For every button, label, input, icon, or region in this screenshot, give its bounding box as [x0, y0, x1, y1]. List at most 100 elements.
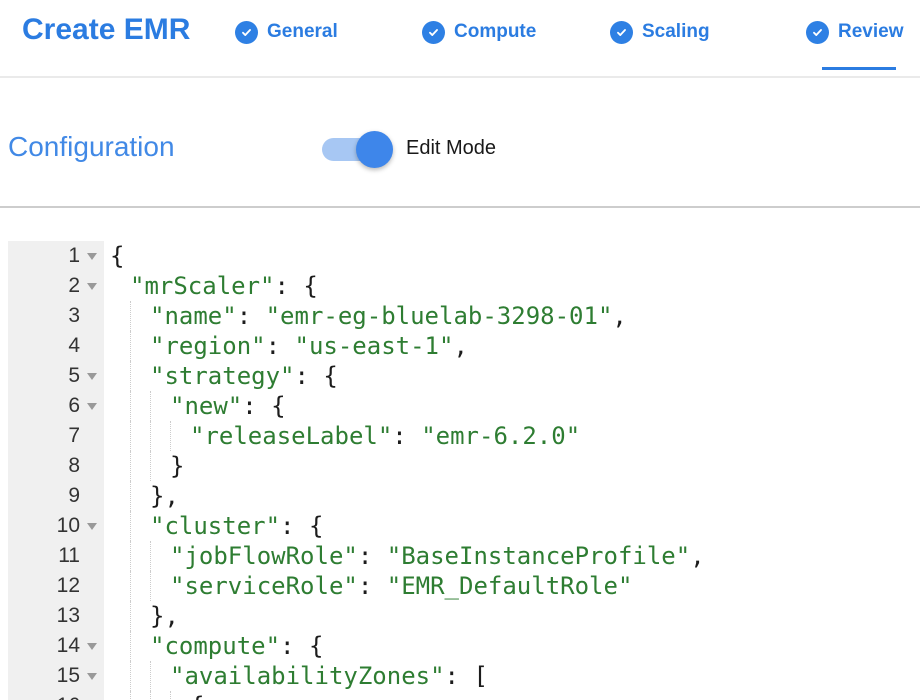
tab-label: General	[267, 21, 338, 43]
code-text[interactable]: "new": {	[104, 391, 920, 421]
json-punctuation: : {	[280, 632, 323, 660]
json-punctuation: ,	[612, 302, 626, 330]
code-text[interactable]: },	[104, 481, 920, 511]
gutter-cell[interactable]: 3	[8, 301, 104, 331]
line-number: 11	[8, 544, 80, 568]
gutter-cell[interactable]: 16	[8, 691, 104, 700]
gutter-cell[interactable]: 11	[8, 541, 104, 571]
code-text[interactable]: "serviceRole": "EMR_DefaultRole"	[104, 571, 920, 601]
check-circle-icon	[610, 21, 633, 44]
line-number: 14	[8, 634, 80, 658]
line-number: 12	[8, 574, 80, 598]
fold-arrow-icon[interactable]	[80, 643, 104, 650]
edit-mode-toggle[interactable]	[322, 138, 390, 161]
indent-guide	[130, 361, 131, 391]
code-line: 5 "strategy": {	[8, 361, 920, 391]
gutter-cell[interactable]: 10	[8, 511, 104, 541]
json-editor[interactable]: 1{2"mrScaler": {3"name": "emr-eg-bluelab…	[8, 241, 920, 700]
code-text[interactable]: {	[104, 691, 920, 700]
fold-arrow-icon[interactable]	[80, 373, 104, 380]
fold-arrow-icon[interactable]	[80, 673, 104, 680]
code-line: 8}	[8, 451, 920, 481]
code-line: 9},	[8, 481, 920, 511]
line-number: 16	[8, 694, 80, 700]
code-text[interactable]: "strategy": {	[104, 361, 920, 391]
code-text[interactable]: "compute": {	[104, 631, 920, 661]
gutter-cell[interactable]: 6	[8, 391, 104, 421]
code-line: 6"new": {	[8, 391, 920, 421]
active-tab-underline	[822, 67, 896, 70]
gutter-cell[interactable]: 15	[8, 661, 104, 691]
json-string-value: "emr-eg-bluelab-3298-01"	[266, 302, 613, 330]
code-text[interactable]: "region": "us-east-1",	[104, 331, 920, 361]
json-punctuation: :	[266, 332, 295, 360]
indent-guide	[130, 391, 131, 421]
gutter-cell[interactable]: 9	[8, 481, 104, 511]
line-number: 7	[8, 424, 80, 448]
json-punctuation: : [	[445, 662, 488, 690]
indent-guide	[150, 451, 151, 481]
code-line: 4"region": "us-east-1",	[8, 331, 920, 361]
gutter-cell[interactable]: 1	[8, 241, 104, 271]
json-key: "serviceRole"	[170, 572, 358, 600]
code-text[interactable]: },	[104, 601, 920, 631]
tab-compute[interactable]: Compute	[422, 19, 536, 45]
json-punctuation: :	[392, 422, 421, 450]
line-number: 2	[8, 274, 80, 298]
gutter-cell[interactable]: 7	[8, 421, 104, 451]
json-string-value: "EMR_DefaultRole"	[387, 572, 633, 600]
code-text[interactable]: "name": "emr-eg-bluelab-3298-01",	[104, 301, 920, 331]
tab-general[interactable]: General	[235, 19, 338, 45]
indent-guide	[130, 541, 131, 571]
gutter-cell[interactable]: 13	[8, 601, 104, 631]
json-punctuation: :	[237, 302, 266, 330]
json-punctuation: ,	[453, 332, 467, 360]
code-text[interactable]: }	[104, 451, 920, 481]
gutter-cell[interactable]: 8	[8, 451, 104, 481]
edit-mode-label: Edit Mode	[406, 137, 496, 160]
check-circle-icon	[422, 21, 445, 44]
page-title: Create EMR	[22, 13, 190, 47]
code-text[interactable]: "availabilityZones": [	[104, 661, 920, 691]
line-number: 15	[8, 664, 80, 688]
json-punctuation: {	[190, 692, 204, 700]
code-text[interactable]: "jobFlowRole": "BaseInstanceProfile",	[104, 541, 920, 571]
gutter-cell[interactable]: 5	[8, 361, 104, 391]
indent-guide	[130, 571, 131, 601]
code-text[interactable]: {	[104, 241, 920, 271]
tab-label: Scaling	[642, 21, 710, 43]
indent-guide	[170, 421, 171, 451]
line-number: 5	[8, 364, 80, 388]
json-punctuation: },	[150, 602, 179, 630]
code-text[interactable]: "mrScaler": {	[104, 271, 920, 301]
gutter-cell[interactable]: 14	[8, 631, 104, 661]
json-punctuation: :	[358, 572, 387, 600]
code-line: 1{	[8, 241, 920, 271]
indent-guide	[130, 691, 131, 700]
indent-guide	[130, 511, 131, 541]
code-text[interactable]: "cluster": {	[104, 511, 920, 541]
gutter-cell[interactable]: 2	[8, 271, 104, 301]
line-number: 10	[8, 514, 80, 538]
tab-scaling[interactable]: Scaling	[610, 19, 710, 45]
indent-guide	[130, 331, 131, 361]
fold-arrow-icon[interactable]	[80, 403, 104, 410]
indent-guide	[150, 661, 151, 691]
tab-review[interactable]: Review	[806, 19, 903, 45]
fold-arrow-icon[interactable]	[80, 523, 104, 530]
json-string-value: "BaseInstanceProfile"	[387, 542, 690, 570]
code-text[interactable]: "releaseLabel": "emr-6.2.0"	[104, 421, 920, 451]
code-line: 16 {	[8, 691, 920, 700]
line-number: 13	[8, 604, 80, 628]
wizard-header: Create EMR General Compute Scaling Review	[0, 0, 920, 78]
check-circle-icon	[806, 21, 829, 44]
fold-arrow-icon[interactable]	[80, 283, 104, 290]
json-punctuation: : {	[295, 362, 338, 390]
indent-guide	[130, 481, 131, 511]
code-line: 15 "availabilityZones": [	[8, 661, 920, 691]
fold-arrow-icon[interactable]	[80, 253, 104, 260]
gutter-cell[interactable]: 12	[8, 571, 104, 601]
gutter-cell[interactable]: 4	[8, 331, 104, 361]
json-punctuation: {	[110, 242, 124, 270]
code-line: 10 "cluster": {	[8, 511, 920, 541]
